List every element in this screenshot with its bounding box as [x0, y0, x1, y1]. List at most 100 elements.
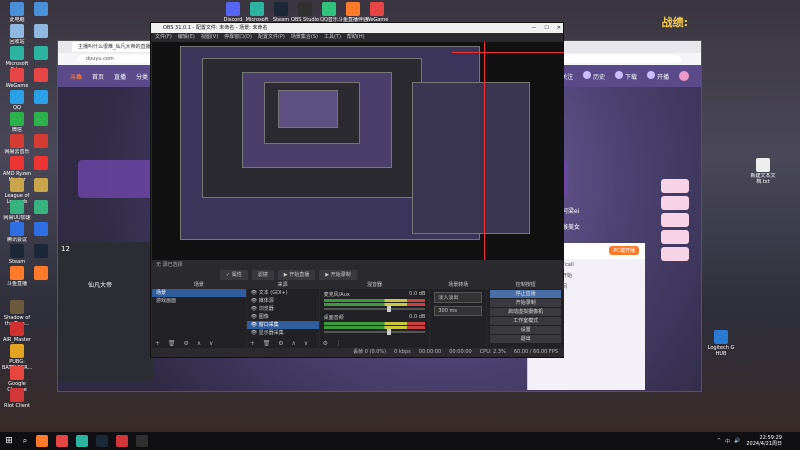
desktop-icon[interactable] — [26, 2, 56, 16]
obs-preview[interactable] — [152, 42, 564, 260]
search-icon[interactable]: ⌕ — [18, 436, 32, 446]
scene-dock-toolbar[interactable]: + 🗑 ⚙ ∧ ∨ — [155, 340, 216, 347]
desktop-icon[interactable] — [26, 244, 56, 258]
taskbar-app-icon[interactable] — [96, 435, 108, 447]
status-item: 丢帧 0 (0.0%) — [353, 349, 387, 355]
scene-item[interactable]: 场景 — [152, 289, 246, 297]
guide-line-horizontal — [452, 52, 564, 53]
desktop-icon[interactable]: Logitech G HUB — [706, 330, 736, 357]
start-icon[interactable]: ⊞ — [0, 436, 18, 446]
control-button[interactable]: 工作室模式 — [490, 317, 561, 325]
eye-icon[interactable]: 👁 — [251, 314, 259, 320]
obs-menu-item[interactable]: 文件(F) — [155, 33, 172, 42]
desktop-icon[interactable]: Riot Client — [2, 388, 32, 415]
app-icon — [34, 156, 48, 170]
minimize-icon[interactable]: — — [531, 23, 536, 33]
tray-icon[interactable]: 🔊 — [734, 438, 740, 444]
nav-right-item[interactable]: 历史 — [583, 71, 605, 81]
streamer-name[interactable]: 仙凡大帝 — [58, 256, 153, 289]
maximize-icon[interactable]: ☐ — [544, 23, 548, 33]
context-button[interactable]: ▶ 开始录制 — [319, 270, 357, 280]
app-icon — [34, 244, 48, 258]
scene-item[interactable]: 游戏画面 — [152, 297, 246, 305]
obs-menu-item[interactable]: 场景集合(S) — [291, 33, 318, 42]
badge[interactable] — [661, 196, 689, 210]
desktop-icon[interactable] — [26, 200, 56, 214]
eye-icon[interactable]: 👁 — [251, 306, 259, 312]
badge[interactable] — [661, 247, 689, 261]
app-icon — [10, 388, 24, 402]
app-icon — [10, 24, 24, 38]
desktop-icon[interactable] — [26, 46, 56, 60]
badge[interactable] — [661, 213, 689, 227]
source-name: 媒体源 — [258, 298, 274, 304]
clock[interactable]: 22:59:29 2024/4/21周日 — [746, 435, 800, 447]
desktop-icon-label: Logitech G HUB — [707, 345, 735, 357]
volume-slider[interactable] — [323, 306, 426, 312]
obs-menu-item[interactable]: 停靠窗口(D) — [224, 33, 252, 42]
obs-menu-item[interactable]: 视图(V) — [201, 33, 218, 42]
taskbar-app-icon[interactable] — [36, 435, 48, 447]
desktop-icon[interactable] — [26, 156, 56, 170]
control-button[interactable]: 设置 — [490, 326, 561, 334]
desktop-icon[interactable] — [26, 222, 56, 236]
source-item[interactable]: 👁 浏览器 — [247, 305, 319, 313]
source-name: 图像 — [258, 314, 269, 320]
badge[interactable] — [661, 179, 689, 193]
obs-menu-item[interactable]: 配置文件(P) — [258, 33, 285, 42]
control-button[interactable]: 停止直播 — [490, 290, 561, 298]
context-button[interactable]: 滤镜 — [251, 270, 274, 280]
close-icon[interactable]: ✕ — [557, 23, 561, 33]
source-item[interactable]: 👁 媒体源 — [247, 297, 319, 305]
eye-icon[interactable]: 👁 — [251, 298, 259, 304]
taskbar-app-icon[interactable] — [136, 435, 148, 447]
source-item[interactable]: 👁 显示器采集 — [247, 329, 319, 337]
desktop-icon[interactable] — [26, 68, 56, 82]
source-item[interactable]: 👁 文本 (GDI+) — [247, 289, 319, 297]
obs-menu-item[interactable]: 编辑(E) — [178, 33, 195, 42]
desktop-icon[interactable] — [26, 134, 56, 148]
desktop-icon[interactable]: 新建文本文档.txt — [748, 158, 778, 185]
desktop-icon[interactable] — [26, 266, 56, 280]
volume-slider[interactable] — [323, 329, 426, 335]
scenes-dock: 场景 场景 游戏画面 + 🗑 ⚙ ∧ ∨ — [152, 281, 246, 349]
taskbar-app-icon[interactable] — [76, 435, 88, 447]
nav-item[interactable]: 分类 — [136, 72, 148, 81]
transition-select[interactable]: 淡入淡出 — [434, 292, 483, 303]
tray-icon[interactable]: ^ — [717, 438, 721, 444]
obs-menu-item[interactable]: 工具(T) — [324, 33, 341, 42]
nav-right-item[interactable]: 开播 — [647, 71, 669, 81]
obs-menu-item[interactable]: 帮助(H) — [347, 33, 365, 42]
source-name: 浏览器 — [258, 306, 274, 312]
eye-icon[interactable]: 👁 — [251, 330, 259, 336]
mixer-toolbar[interactable]: ⚙ ⋮ — [323, 340, 345, 347]
source-item[interactable]: 👁 窗口采集 — [246, 321, 319, 329]
nav-right-item[interactable]: 下载 — [615, 71, 637, 81]
control-button[interactable]: 开始录制 — [490, 299, 561, 307]
nav-item[interactable]: 首页 — [92, 72, 104, 81]
douyu-logo[interactable]: 斗鱼 — [70, 72, 82, 81]
taskbar-app-icon[interactable] — [116, 435, 128, 447]
avatar[interactable] — [679, 71, 689, 81]
duration-field[interactable]: 300 ms — [434, 306, 483, 316]
volume-slider-knob[interactable] — [386, 306, 391, 312]
source-item[interactable]: 👁 图像 — [247, 313, 319, 321]
desktop-icon[interactable] — [26, 112, 56, 126]
badge[interactable] — [661, 230, 689, 244]
tray-icon[interactable]: 中 — [725, 438, 730, 445]
desktop-icon[interactable] — [26, 24, 56, 38]
desktop-icon[interactable] — [26, 90, 56, 104]
eye-icon[interactable]: 👁 — [251, 290, 259, 296]
volume-meter — [323, 322, 426, 325]
source-dock-toolbar[interactable]: + 🗑 ⚙ ∧ ∨ — [250, 340, 311, 347]
nav-item[interactable]: 直播 — [114, 72, 126, 81]
eye-icon[interactable]: 👁 — [251, 322, 259, 328]
context-button[interactable]: ▶ 开始直播 — [277, 270, 316, 280]
control-button[interactable]: 退出 — [490, 335, 561, 343]
context-button[interactable]: ✓ 属性 — [220, 270, 248, 280]
pc-broadcast-button[interactable]: PC端开播 — [609, 246, 639, 255]
volume-slider-knob[interactable] — [386, 329, 391, 335]
taskbar-app-icon[interactable] — [56, 435, 68, 447]
desktop-icon[interactable] — [26, 178, 56, 192]
control-button[interactable]: 启动虚拟摄像机 — [490, 308, 561, 316]
